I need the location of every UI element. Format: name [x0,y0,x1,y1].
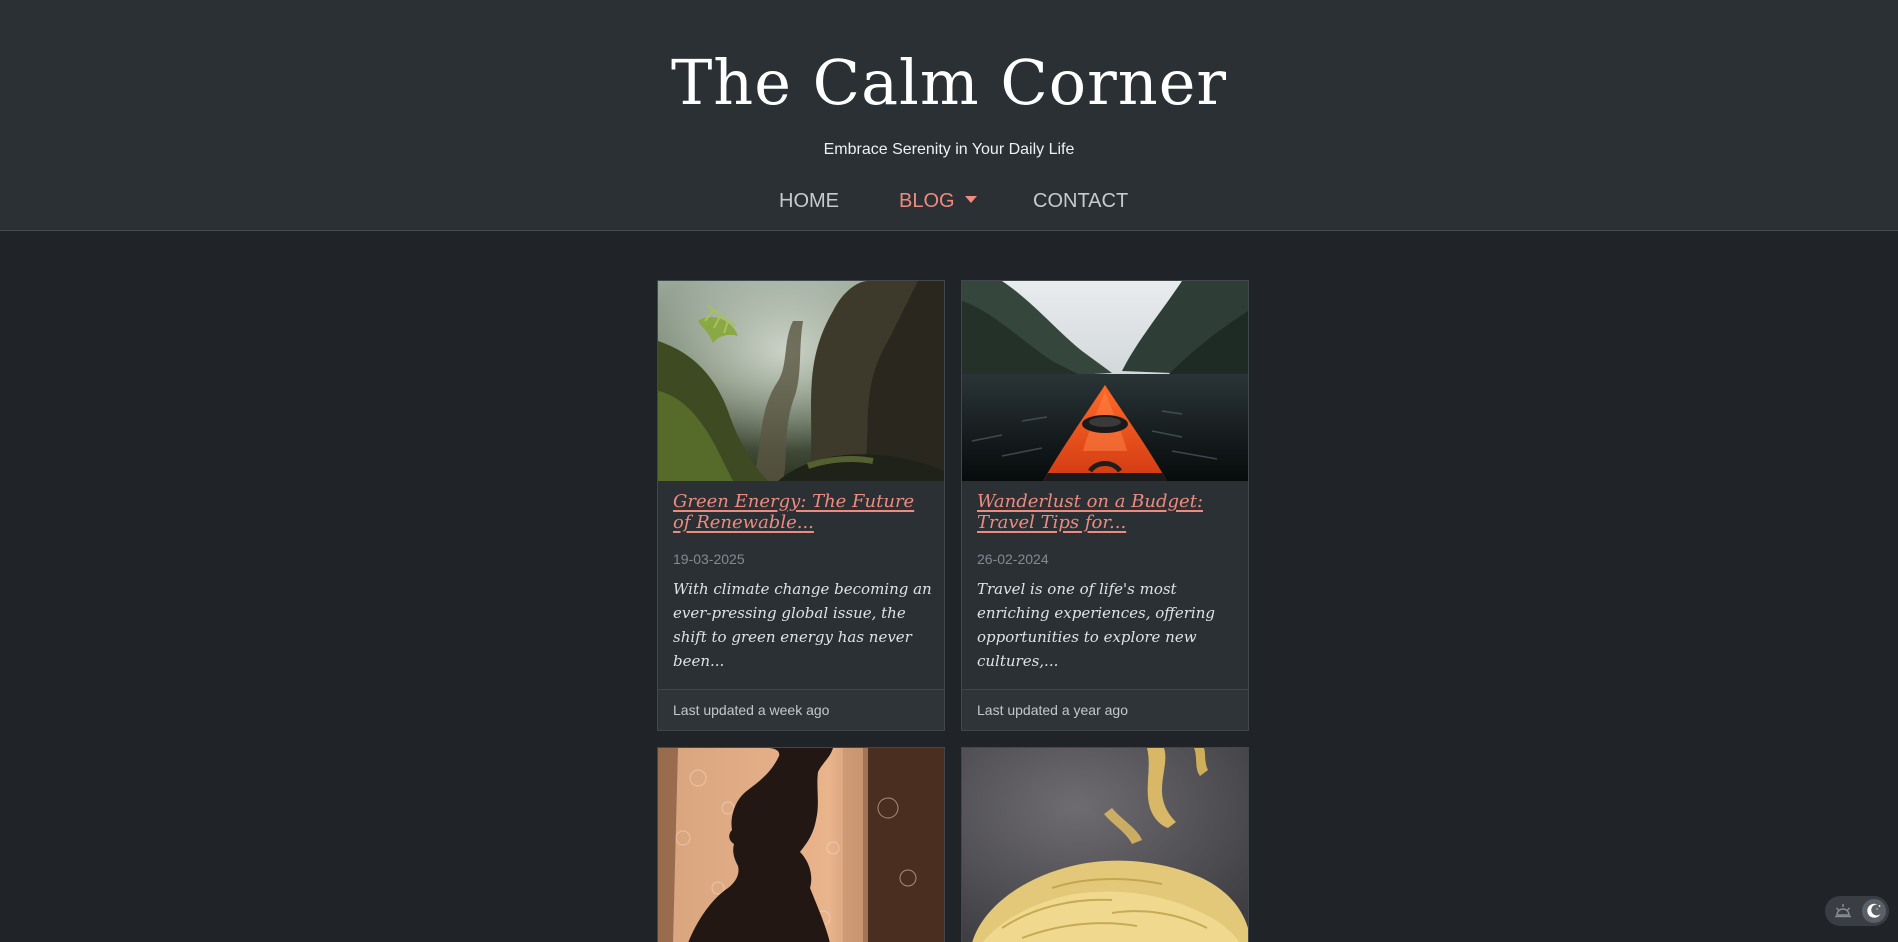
kayak-image[interactable] [962,281,1248,481]
nav-home-link[interactable]: HOME [779,186,839,216]
silhouette-image[interactable] [658,748,944,942]
toggle-knob [1862,899,1886,923]
card-footer: Last updated a week ago [658,689,944,730]
forest-image[interactable] [658,281,944,481]
chevron-down-icon [964,196,977,204]
pasta-image[interactable] [962,748,1248,942]
post-card: Wanderlust on a Budget: Travel Tips for.… [961,280,1249,731]
nav-blog-label: BLOG [899,190,955,212]
forest-image-graphic [658,281,944,481]
post-title-link[interactable]: Green Energy: The Future of Renewable... [673,491,929,533]
post-card: Green Energy: The Future of Renewable...… [657,280,945,731]
post-updated-text: Last updated a year ago [977,702,1129,718]
site-tagline: Embrace Serenity in Your Daily Life [823,141,1075,158]
theme-toggle[interactable] [1825,896,1889,926]
post-excerpt: Travel is one of life's most enriching e… [977,580,1215,670]
post-updated-text: Last updated a week ago [673,702,830,718]
post-date: 26-02-2024 [977,551,1049,567]
nav-contact-link[interactable]: CONTACT [1033,186,1128,216]
nav-blog-dropdown[interactable]: BLOG [899,186,977,216]
card-footer: Last updated a year ago [962,689,1248,730]
silhouette-image-graphic [658,748,944,942]
sun-icon [1835,904,1851,918]
post-date: 19-03-2025 [673,551,745,567]
post-card [961,747,1249,942]
pasta-image-graphic [962,748,1248,942]
post-card [657,747,945,942]
site-header: The Calm Corner Embrace Serenity in Your… [0,0,1898,231]
post-title-link[interactable]: Wanderlust on a Budget: Travel Tips for.… [977,491,1233,533]
moon-icon [1867,903,1881,918]
site-title[interactable]: The Calm Corner [0,42,1898,124]
post-excerpt: With climate change becoming an ever-pre… [673,580,932,670]
main-nav: HOME BLOG CONTACT [0,186,1898,216]
kayak-image-graphic [962,281,1248,481]
